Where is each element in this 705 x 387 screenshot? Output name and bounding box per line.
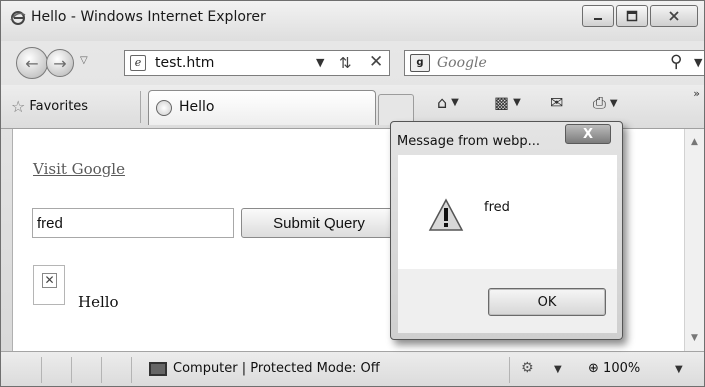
forward-button[interactable]: → xyxy=(46,49,74,77)
toolbar-separator xyxy=(140,91,141,123)
status-divider xyxy=(509,357,510,383)
recent-pages-dropdown[interactable]: ▽ xyxy=(80,55,88,66)
submit-query-button[interactable]: Submit Query xyxy=(241,208,397,238)
warning-icon xyxy=(428,198,464,231)
address-url[interactable]: test.htm xyxy=(155,55,214,71)
window-controls xyxy=(582,5,698,29)
broken-image: ✕ xyxy=(33,265,65,305)
print-dropdown-icon[interactable]: ▼ xyxy=(610,98,618,109)
dialog-body: fred xyxy=(398,155,617,269)
mail-button[interactable]: ✉ xyxy=(550,93,563,112)
status-divider xyxy=(131,357,132,383)
favorites-star-icon: ☆ xyxy=(11,96,26,116)
broken-image-icon: ✕ xyxy=(42,273,57,288)
text-field[interactable] xyxy=(32,208,234,238)
dialog-message: fred xyxy=(484,200,510,215)
dialog-close-button[interactable]: X xyxy=(565,124,611,144)
close-button[interactable] xyxy=(650,5,698,27)
address-bar[interactable]: e test.htm ▼ ⇅ ✕ xyxy=(124,50,390,76)
protected-mode-icon[interactable]: ⚙ xyxy=(521,360,534,376)
maximize-icon xyxy=(626,10,638,22)
refresh-icon[interactable]: ⇅ xyxy=(339,54,352,72)
scroll-down-icon[interactable]: ▼ xyxy=(691,333,698,343)
tab-label: Hello xyxy=(179,99,215,115)
more-commands-icon[interactable]: » xyxy=(693,87,700,100)
tab-hello[interactable]: Hello xyxy=(148,90,376,125)
window-title: Hello - Windows Internet Explorer xyxy=(31,9,266,25)
status-divider xyxy=(41,357,42,383)
back-button[interactable]: ← xyxy=(16,47,48,79)
search-input[interactable] xyxy=(437,54,657,72)
dialog-footer: OK xyxy=(398,269,617,333)
ie-window: Hello - Windows Internet Explorer ← → ▽ … xyxy=(0,0,705,387)
zoom-dropdown-icon[interactable]: ▼ xyxy=(675,364,683,375)
status-divider xyxy=(101,357,102,383)
scroll-up-icon[interactable]: ▲ xyxy=(691,137,698,147)
protected-dropdown-icon[interactable]: ▼ xyxy=(554,364,562,375)
close-icon xyxy=(669,11,679,21)
google-logo-icon: g xyxy=(410,54,430,72)
mail-icon: ✉ xyxy=(550,93,564,112)
back-icon: ← xyxy=(25,53,39,73)
dialog-title: Message from webp... xyxy=(397,134,541,149)
address-dropdown-icon[interactable]: ▼ xyxy=(316,56,324,69)
minimize-icon xyxy=(594,18,602,20)
image-alt-text: Hello xyxy=(78,293,119,311)
computer-icon xyxy=(149,361,167,376)
feeds-icon: ▩ xyxy=(494,93,510,112)
address-toolbar: ← → ▽ e test.htm ▼ ⇅ ✕ g ⚲ ▼ xyxy=(1,41,704,85)
status-divider xyxy=(71,357,72,383)
vertical-scrollbar[interactable]: ▲ ▼ xyxy=(684,129,704,351)
search-dropdown-icon[interactable]: ▼ xyxy=(694,56,702,69)
feeds-button[interactable]: ▩ ▼ xyxy=(494,93,521,112)
forward-icon: → xyxy=(53,53,67,73)
ok-button[interactable]: OK xyxy=(488,288,606,316)
zoom-level[interactable]: ⊕ 100% xyxy=(588,361,640,376)
search-icon[interactable]: ⚲ xyxy=(670,52,682,72)
maximize-button[interactable] xyxy=(616,5,648,27)
page-icon: e xyxy=(130,55,146,71)
zone-text: Computer | Protected Mode: Off xyxy=(173,361,380,376)
zoom-text: 100% xyxy=(603,361,641,376)
ie-logo-icon xyxy=(10,11,26,25)
security-zone[interactable]: Computer | Protected Mode: Off xyxy=(149,361,380,376)
feeds-dropdown-icon[interactable]: ▼ xyxy=(513,97,521,108)
print-icon: ⎙ xyxy=(593,93,606,112)
title-bar: Hello - Windows Internet Explorer xyxy=(1,1,704,41)
search-box[interactable]: g ⚲ ▼ xyxy=(404,50,704,76)
favorites-label: Favorites xyxy=(29,98,89,114)
status-bar: Computer | Protected Mode: Off ⚙ ▼ ⊕ 100… xyxy=(1,351,704,386)
tab-page-icon xyxy=(156,100,172,116)
favorites-button[interactable]: ☆ Favorites xyxy=(11,94,88,118)
home-button[interactable]: ⌂ ▼ xyxy=(437,93,459,112)
alert-dialog: Message from webp... X fred OK xyxy=(390,121,623,340)
stop-icon[interactable]: ✕ xyxy=(369,52,383,72)
zoom-icon: ⊕ xyxy=(588,361,599,376)
minimize-button[interactable] xyxy=(582,5,614,27)
home-icon: ⌂ xyxy=(437,93,448,112)
visit-google-link[interactable]: Visit Google xyxy=(33,160,125,178)
print-button[interactable]: ⎙ ▼ xyxy=(593,93,618,113)
home-dropdown-icon[interactable]: ▼ xyxy=(451,97,459,108)
